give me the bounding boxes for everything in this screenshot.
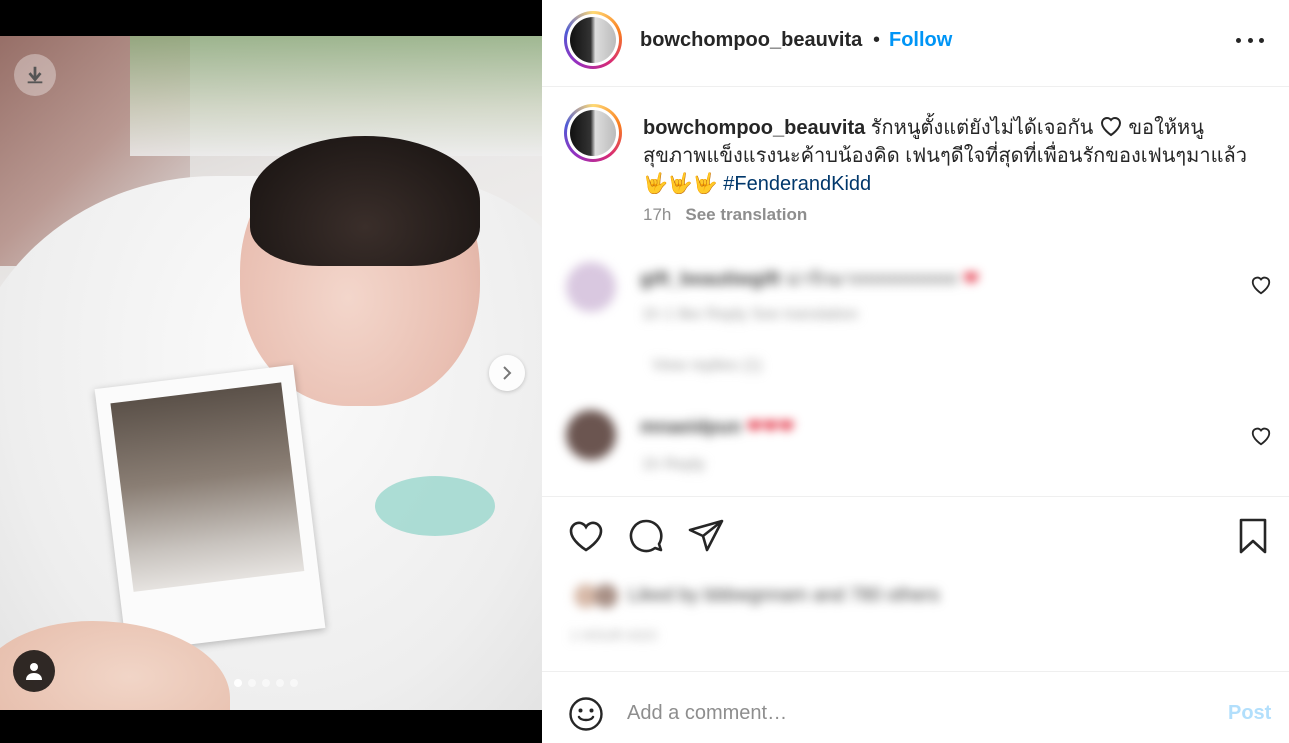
- download-icon[interactable]: [14, 54, 56, 96]
- comment-username[interactable]: gift_beautiwgift: [640, 269, 780, 290]
- save-bookmark-icon[interactable]: [1233, 516, 1273, 556]
- comment-text: gift_beautiwgift น่ารักมากกกกกกกกก ❤: [640, 264, 979, 294]
- post-caption: bowchompoo_beauvita รักหนูตั้งแต่ยังไม่ไ…: [643, 114, 1263, 198]
- follow-button[interactable]: Follow: [889, 29, 952, 52]
- post-comment-button[interactable]: Post: [1228, 702, 1271, 725]
- add-comment-bar: Post: [542, 671, 1289, 743]
- comment-emoji: ❤: [963, 269, 979, 290]
- emoji-smiley-icon[interactable]: [568, 696, 604, 732]
- chevron-right-icon: [503, 366, 512, 380]
- view-replies-link[interactable]: View replies (1): [652, 357, 762, 375]
- caption-time[interactable]: 17h: [643, 205, 671, 224]
- author-avatar[interactable]: [564, 11, 622, 69]
- share-paper-plane-icon[interactable]: [686, 516, 726, 556]
- photo-baby-hair: [250, 136, 480, 266]
- comment-avatar[interactable]: [566, 262, 616, 312]
- comment-meta: 1h Reply: [642, 456, 706, 473]
- media-pane: [0, 0, 542, 743]
- carousel-next-button[interactable]: [489, 355, 525, 391]
- carousel-dot: [262, 679, 270, 687]
- tagged-users-button[interactable]: [13, 650, 55, 692]
- caption-emoji: 🤟🤟🤟: [643, 173, 718, 195]
- comment-like-icon[interactable]: [1250, 274, 1272, 296]
- comment-avatar[interactable]: [566, 410, 616, 460]
- comment-username[interactable]: mnaeidpun: [640, 417, 741, 438]
- post-side-pane: bowchompoo_beauvita • Follow bowchompoo_…: [542, 0, 1289, 743]
- post-timestamp[interactable]: 1 HOUR AGO: [570, 627, 657, 643]
- heart-outline-icon: [1100, 117, 1121, 137]
- comment-meta: 1h 1 like Reply See translation: [642, 306, 859, 323]
- author-username[interactable]: bowchompoo_beauvita: [640, 29, 862, 52]
- carousel-indicator: [234, 679, 298, 687]
- comment-like-icon[interactable]: [1250, 425, 1272, 447]
- carousel-dot: [234, 679, 242, 687]
- caption-author-avatar[interactable]: [564, 104, 622, 162]
- more-horizontal-icon[interactable]: [1236, 28, 1264, 52]
- liked-by-avatars: [572, 582, 622, 610]
- header-separator: •: [873, 29, 881, 51]
- caption-hashtag[interactable]: #FenderandKidd: [723, 173, 871, 195]
- comment-bubble-icon[interactable]: [626, 516, 666, 556]
- post-header: bowchompoo_beauvita • Follow: [542, 0, 1289, 87]
- caption-meta: 17h See translation: [643, 205, 807, 225]
- comment-body: น่ารักมากกกกกกกกก: [785, 269, 958, 290]
- carousel-dot: [248, 679, 256, 687]
- post-actions: [542, 496, 1289, 497]
- see-translation-link[interactable]: See translation: [685, 205, 807, 224]
- caption-username[interactable]: bowchompoo_beauvita: [643, 117, 865, 139]
- photo-whale-print: [375, 476, 495, 536]
- caption-text: รักหนูตั้งแต่ยังไม่ได้เจอกัน: [865, 117, 1099, 139]
- carousel-dot: [290, 679, 298, 687]
- like-heart-icon[interactable]: [566, 516, 606, 556]
- photo-polaroid: [94, 364, 326, 653]
- comment-text: mnaeidpun ❤❤❤: [640, 416, 794, 439]
- liked-by-text[interactable]: Liked by bbbwgnnam and 780 others: [628, 585, 940, 607]
- comment-input[interactable]: [627, 694, 1187, 732]
- carousel-dot: [276, 679, 284, 687]
- user-icon: [26, 663, 42, 680]
- comment-emoji: ❤❤❤: [746, 417, 795, 438]
- post-photo[interactable]: [0, 36, 542, 710]
